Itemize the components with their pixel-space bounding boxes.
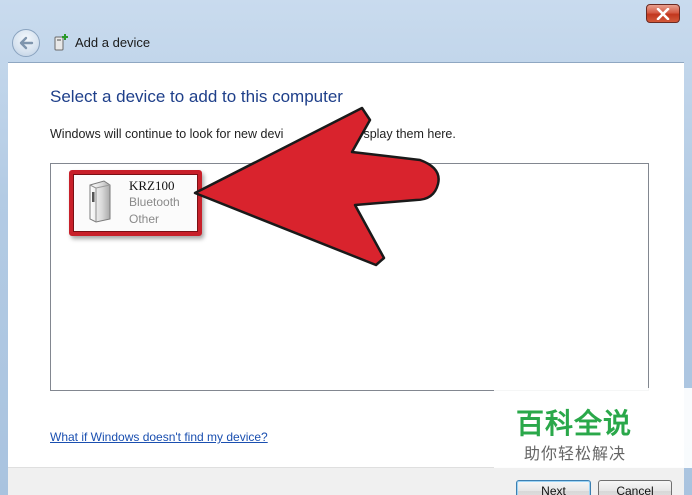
device-list[interactable]: KRZ100 Bluetooth Other — [50, 163, 649, 391]
device-category: Other — [129, 212, 160, 226]
device-tower-icon — [89, 180, 111, 223]
device-item[interactable]: KRZ100 Bluetooth Other — [69, 170, 202, 236]
close-icon — [656, 7, 670, 20]
help-link[interactable]: What if Windows doesn't find my device? — [50, 430, 268, 444]
subtitle-end: splay them here. — [363, 127, 456, 141]
back-button[interactable] — [12, 29, 40, 57]
close-button[interactable] — [646, 4, 680, 23]
add-device-icon — [54, 34, 68, 51]
cancel-button[interactable]: Cancel — [598, 480, 672, 495]
page-subtitle: Windows will continue to look for new de… — [50, 127, 456, 141]
next-button[interactable]: Next — [516, 480, 591, 495]
device-type: Bluetooth — [129, 195, 180, 209]
watermark-subtitle: 助你轻松解决 — [524, 444, 627, 463]
window-title: Add a device — [75, 35, 151, 50]
footer-bar: Next Cancel — [8, 467, 684, 495]
device-name: KRZ100 — [129, 178, 175, 193]
back-arrow-icon — [19, 36, 34, 50]
watermark-title: 百科全说 — [516, 407, 633, 440]
page-heading: Select a device to add to this computer — [50, 87, 343, 106]
subtitle-start: Windows will continue to look for new de… — [50, 127, 284, 141]
